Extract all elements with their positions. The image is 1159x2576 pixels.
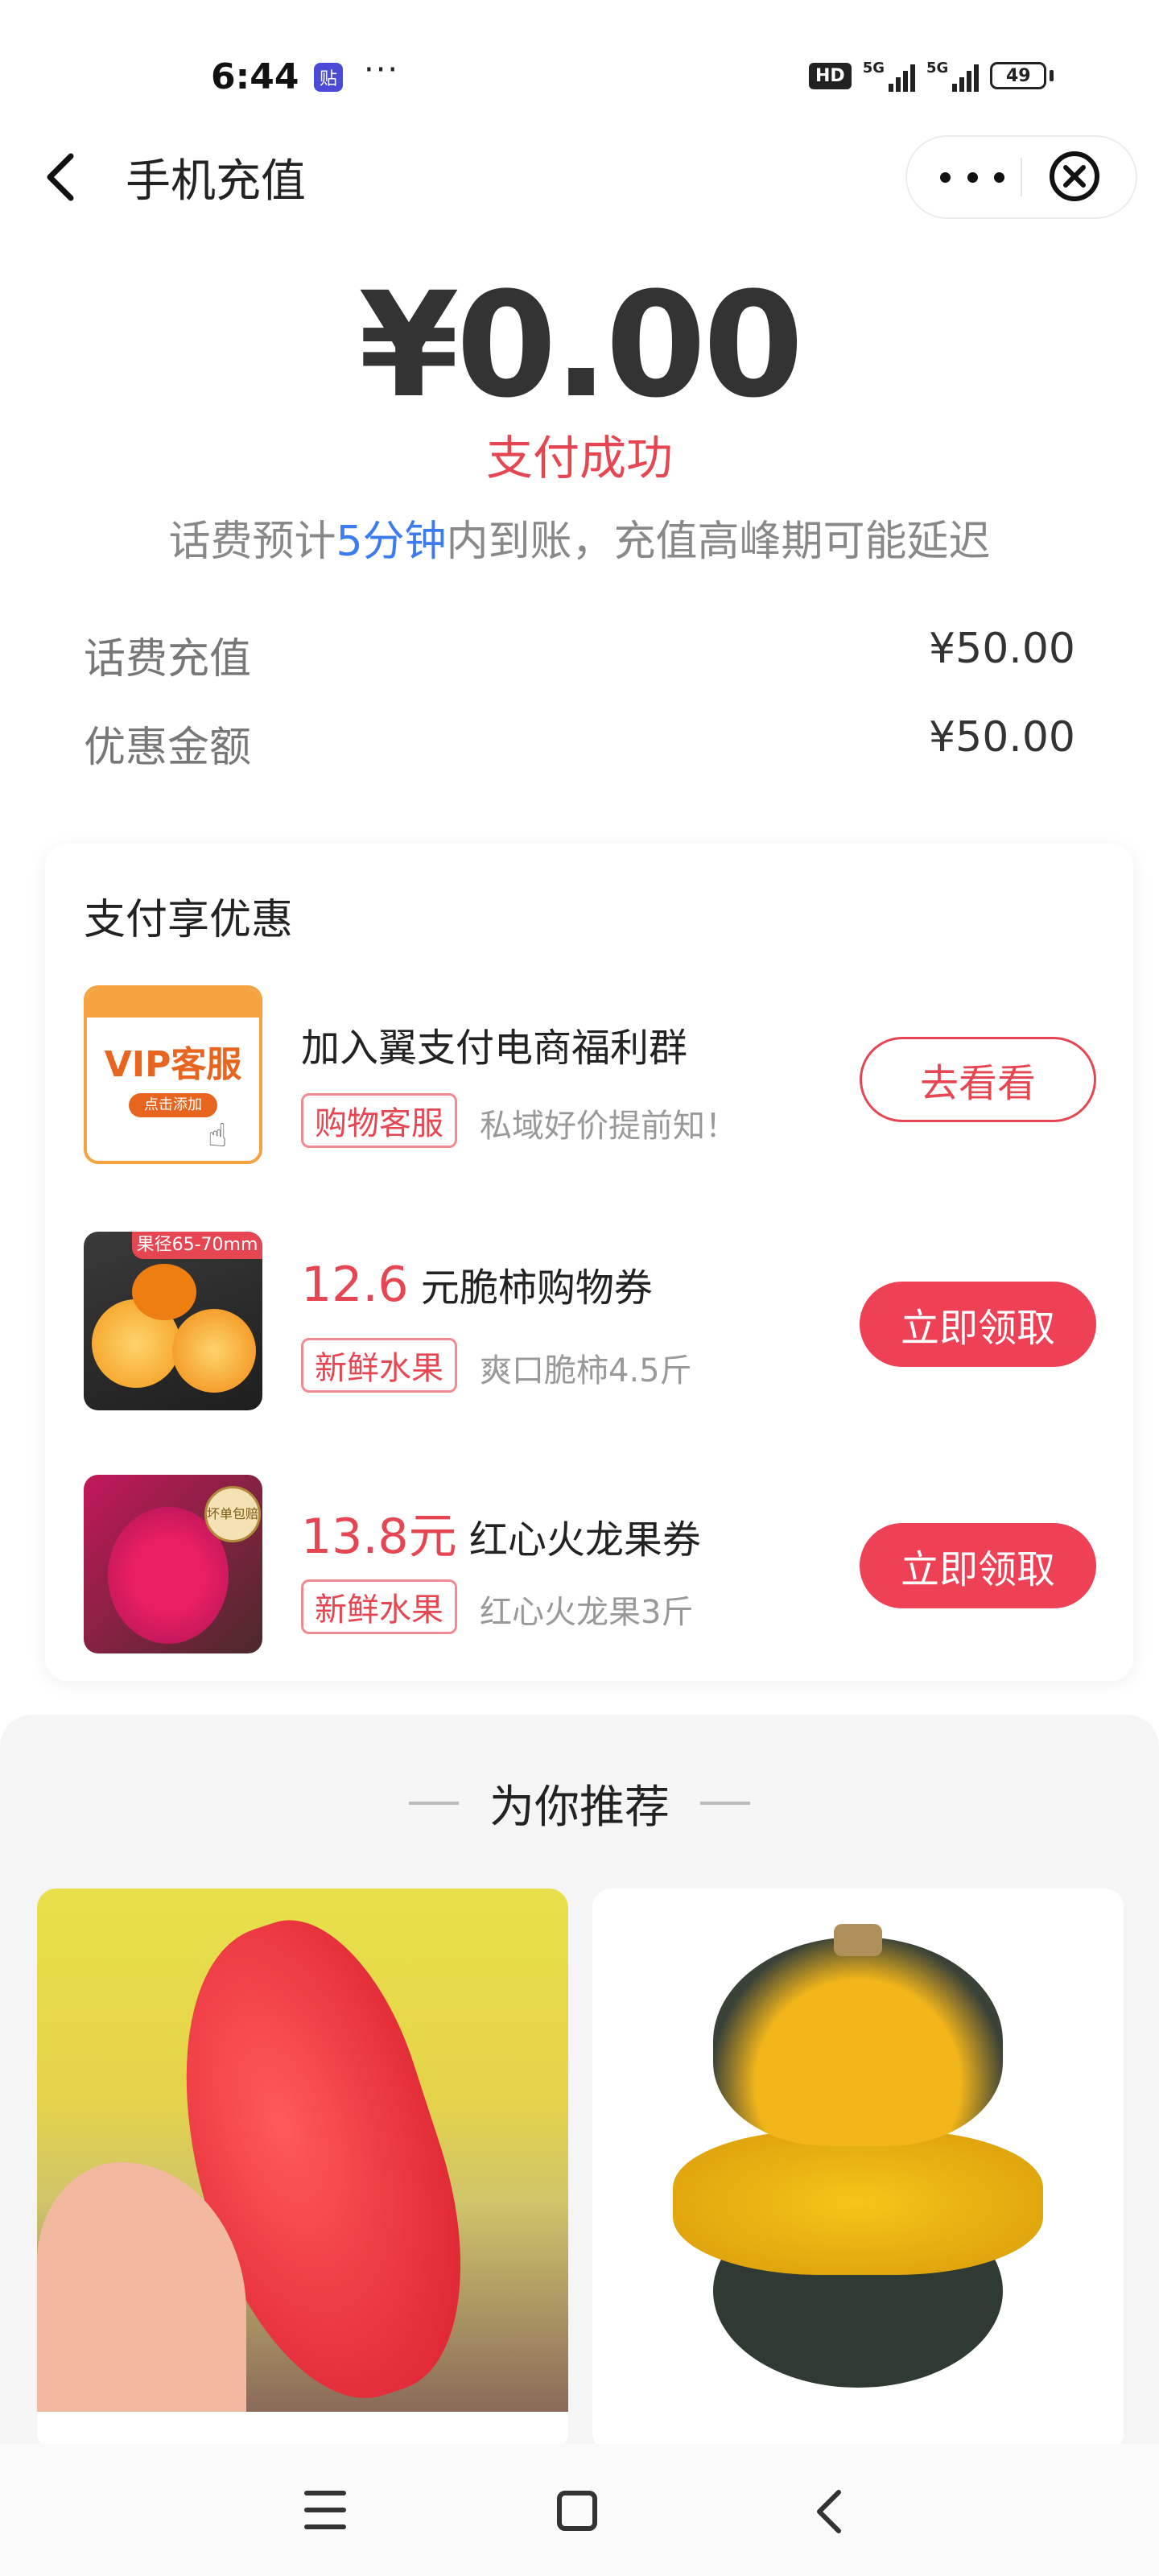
promo-title: 支付享优惠 — [84, 896, 294, 944]
notice-highlight: 5分钟 — [336, 518, 447, 566]
promo-item-desc: 红心火龙果3斤 — [480, 1594, 694, 1631]
coupon-title: 红心火龙果券 — [456, 1517, 701, 1563]
status-indicators: HD 5G 5G 49 — [809, 60, 1054, 92]
more-dots-icon[interactable] — [940, 153, 1004, 201]
guarantee-seal: 坏单包赔 — [204, 1486, 261, 1542]
vip-thumb-text: VIP客服 — [104, 1044, 242, 1085]
signal-icon-2: 5G — [926, 60, 980, 92]
product-card-pomelo[interactable] — [37, 1889, 568, 2452]
network-label: 5G — [926, 60, 949, 76]
menu-icon[interactable] — [304, 2491, 346, 2529]
hd-voice-icon: HD — [809, 62, 852, 89]
arrival-notice: 话费预计5分钟内到账，充值高峰期可能延迟 — [0, 507, 1159, 568]
page-title: 手机充值 — [126, 155, 306, 208]
coupon-price: 13.8元 — [301, 1509, 457, 1565]
hand-pointer-icon: ☝ — [208, 1117, 228, 1154]
pumpkin-flesh — [673, 2130, 1043, 2275]
home-icon[interactable] — [557, 2491, 597, 2531]
pumpkin-stem — [834, 1924, 882, 1956]
vip-thumb-sub: 点击添加 — [129, 1093, 217, 1117]
recommend-title: 为你推荐 — [489, 1781, 670, 1834]
notice-text: 话费预计 — [168, 518, 336, 566]
persimmon-whole — [132, 1264, 196, 1320]
back-icon[interactable] — [813, 2487, 845, 2536]
more-notifications-icon: ··· — [364, 52, 400, 89]
vip-service-thumbnail[interactable]: VIP客服 点击添加 ☝ — [84, 985, 262, 1164]
recharge-label: 话费充值 — [84, 635, 252, 683]
promo-item-title: 12.6 元脆柿购物券 — [301, 1256, 653, 1313]
payment-status: 支付成功 — [485, 431, 673, 485]
claim-button[interactable]: 立即领取 — [860, 1282, 1096, 1367]
discount-label: 优惠金额 — [84, 724, 252, 772]
promo-item-tag: 新鲜水果 — [301, 1338, 457, 1393]
notice-text-end: 内到账，充值高峰期可能延迟 — [446, 518, 991, 566]
promo-item-tag: 新鲜水果 — [301, 1579, 457, 1634]
discount-value: ¥50.00 — [929, 713, 1075, 762]
coupon-title: 元脆柿购物券 — [408, 1265, 653, 1311]
promo-item-desc: 私域好价提前知！ — [480, 1108, 737, 1145]
payment-amount: ¥0.00 — [358, 262, 803, 430]
promo-item-title: 13.8元 红心火龙果券 — [301, 1497, 701, 1567]
close-circle-icon[interactable] — [1048, 150, 1101, 203]
persimmon-thumb-text: 果径65-70mm — [132, 1232, 262, 1259]
signal-icon-1: 5G — [863, 60, 915, 92]
promo-item-title: 加入翼支付电商福利群 — [301, 1026, 688, 1071]
claim-button[interactable]: 立即领取 — [860, 1523, 1096, 1608]
view-button[interactable]: 去看看 — [860, 1037, 1096, 1122]
coupon-price: 12.6 — [301, 1257, 409, 1313]
promo-item-tag: 购物客服 — [301, 1093, 457, 1148]
product-card-pumpkin[interactable] — [592, 1889, 1124, 2452]
persimmon-thumbnail[interactable]: 果径65-70mm — [84, 1232, 262, 1410]
title-decor-line — [700, 1802, 750, 1805]
notification-app-icon: 贴 — [314, 63, 343, 92]
capsule-divider — [1021, 158, 1022, 196]
battery-tip — [1050, 70, 1054, 81]
recharge-value: ¥50.00 — [929, 625, 1075, 673]
status-time: 6:44 — [211, 56, 299, 97]
pumpkin-top — [713, 1937, 1003, 2146]
chevron-left-icon[interactable] — [37, 145, 85, 209]
persimmon-half — [172, 1309, 256, 1393]
dragon-fruit-thumbnail[interactable]: 坏单包赔 — [84, 1475, 262, 1653]
network-label: 5G — [862, 60, 885, 76]
battery-icon: 49 — [990, 62, 1047, 89]
promo-item-desc: 爽口脆柿4.5斤 — [480, 1352, 692, 1389]
